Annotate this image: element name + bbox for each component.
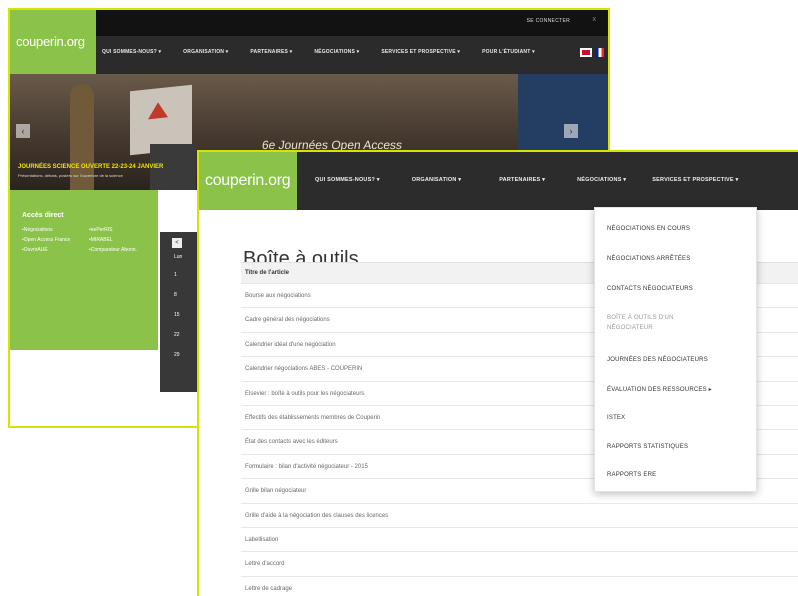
site-logo[interactable]: couperin.org: [199, 152, 297, 210]
close-icon[interactable]: x: [593, 16, 597, 23]
quick-access-title: Accès direct: [22, 212, 64, 219]
slide-caption[interactable]: JOURNÉES SCIENCE OUVERTE 22-23-24 JANVIE…: [18, 164, 163, 170]
dropdown-item[interactable]: NÉGOCIATIONS EN COURS: [607, 226, 690, 232]
dropdown-item[interactable]: RAPPORTS STATISTIQUES: [607, 444, 688, 450]
foreground-screenshot-toolbox: couperin.org QUI SOMMES-NOUS? ▾ ORGANISA…: [197, 150, 798, 596]
main-navbar: couperin.org QUI SOMMES-NOUS? ▾ ORGANISA…: [199, 152, 798, 210]
table-row[interactable]: Labellisation: [241, 526, 798, 551]
quick-access-item[interactable]: MIRABEL: [89, 237, 148, 244]
dropdown-item[interactable]: JOURNÉES DES NÉGOCIATEURS: [607, 357, 708, 363]
dropdown-item[interactable]: RAPPORTS ERE: [607, 472, 656, 478]
dropdown-item[interactable]: ISTEX: [607, 415, 625, 421]
menu-item-organisation[interactable]: ORGANISATION ▾: [412, 177, 461, 183]
english-flag-icon[interactable]: [580, 48, 592, 57]
calendar-day[interactable]: 29: [174, 352, 180, 358]
menu-item-about[interactable]: QUI SOMMES-NOUS? ▾: [102, 49, 161, 55]
negotiations-dropdown-menu: NÉGOCIATIONS EN COURS NÉGOCIATIONS ARRÊT…: [594, 207, 757, 492]
table-row[interactable]: Lettre de cadrage: [241, 575, 798, 596]
french-flag-icon[interactable]: [596, 48, 604, 57]
table-row[interactable]: Lettre d'accord: [241, 551, 798, 575]
menu-item-about[interactable]: QUI SOMMES-NOUS? ▾: [315, 177, 380, 183]
calendar-day[interactable]: 22: [174, 332, 180, 338]
dropdown-item[interactable]: CONTACTS NÉGOCIATEURS: [607, 286, 693, 292]
dropdown-item-active[interactable]: BOÎTE À OUTILS D'UN: [607, 315, 674, 321]
site-logo[interactable]: couperin.org: [10, 10, 96, 74]
quick-access-item[interactable]: Négociations: [22, 227, 81, 234]
calendar-weekday-header: Lun: [174, 254, 183, 260]
calendar-day[interactable]: 8: [174, 292, 177, 298]
menu-item-services[interactable]: SERVICES ET PROSPECTIVE ▾: [381, 49, 460, 55]
dropdown-item[interactable]: NÉGOCIATIONS ARRÊTÉES: [607, 256, 690, 262]
menu-item-negotiations[interactable]: NÉGOCIATIONS ▾: [314, 49, 359, 55]
menu-item-services[interactable]: SERVICES ET PROSPECTIVE ▾: [652, 177, 738, 183]
slide-subcaption: Présentations, débats, posters sur l'ouv…: [18, 173, 123, 178]
quick-access-item[interactable]: eePerRIS: [89, 227, 148, 234]
quick-access-item[interactable]: OuvrirAUE: [22, 247, 81, 254]
calendar-day[interactable]: 1: [174, 272, 177, 278]
table-row[interactable]: Grille d'aide à la négociation des claus…: [241, 502, 798, 527]
menu-item-organisation[interactable]: ORGANISATION ▾: [183, 49, 228, 55]
quick-access-panel: Accès direct Négociations eePerRIS Open …: [10, 190, 158, 350]
menu-item-partners[interactable]: PARTENAIRES ▾: [499, 177, 545, 183]
quick-access-item[interactable]: Open Access France: [22, 237, 81, 244]
slider-next-icon[interactable]: ›: [564, 124, 578, 138]
calendar-prev-button[interactable]: <: [172, 238, 182, 248]
menu-item-students[interactable]: POUR L'ÉTUDIANT ▾: [482, 49, 535, 55]
slider-prev-icon[interactable]: ‹: [16, 124, 30, 138]
dropdown-item-active-continued[interactable]: NÉGOCIATEUR: [607, 325, 653, 331]
logo-triangle-icon: [148, 101, 168, 120]
quick-access-item[interactable]: Comparateur Abonn.: [89, 247, 148, 254]
calendar-day[interactable]: 15: [174, 312, 180, 318]
main-menu: QUI SOMMES-NOUS? ▾ ORGANISATION ▾ PARTEN…: [315, 177, 738, 183]
main-navbar: QUI SOMMES-NOUS? ▾ ORGANISATION ▾ PARTEN…: [10, 36, 608, 74]
menu-item-negotiations[interactable]: NÉGOCIATIONS ▾: [577, 177, 626, 183]
top-utility-bar: SE CONNECTER x: [10, 10, 608, 36]
dropdown-item-submenu[interactable]: ÉVALUATION DES RESSOURCES ▸: [607, 386, 712, 393]
main-menu: QUI SOMMES-NOUS? ▾ ORGANISATION ▾ PARTEN…: [102, 49, 535, 55]
quick-access-list: Négociations eePerRIS Open Access France…: [22, 227, 148, 254]
menu-item-partners[interactable]: PARTENAIRES ▾: [250, 49, 292, 55]
login-link[interactable]: SE CONNECTER: [527, 18, 570, 24]
